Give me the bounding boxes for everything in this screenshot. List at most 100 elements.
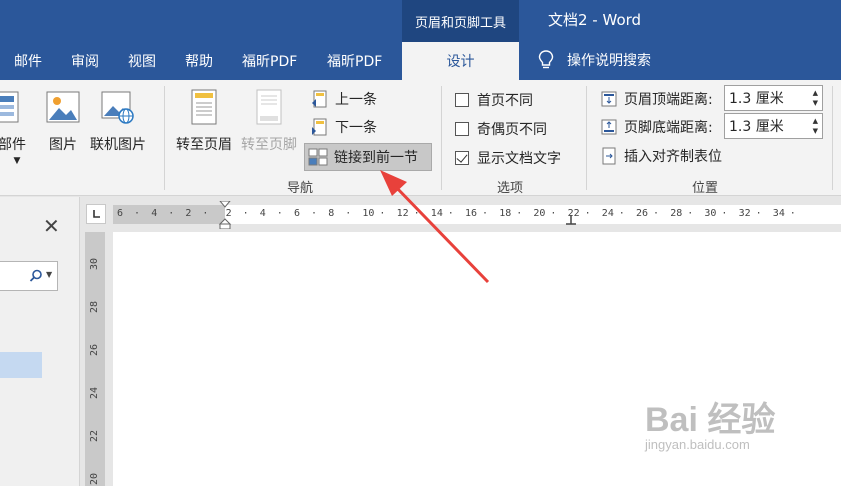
tab-review[interactable]: 审阅 [71,51,99,71]
ruler-tick-mark: · [379,208,386,219]
ruler-tick-label: 34 [772,208,785,219]
ruler-tick-label: 8 [328,208,335,219]
show-document-text-label: 显示文档文字 [477,151,561,167]
online-picture-icon [101,91,134,124]
context-tool-header: 页眉和页脚工具 [402,0,519,42]
ruler-tick-mark: · [789,208,796,219]
goto-footer-button[interactable]: 转至页脚 [241,88,297,154]
header-from-top-label: 页眉顶端距离: [624,92,713,108]
footer-from-bottom-label: 页脚底端距离: [624,120,713,136]
tab-foxit-pdf-2[interactable]: 福昕PDF [327,51,382,71]
previous-button[interactable]: 上一条 [311,87,377,111]
next-label: 下一条 [335,120,377,136]
title-bar: 页眉和页脚工具 文档2 - Word 邮件 审阅 视图 帮助 福昕PDF 福昕P… [0,0,841,80]
footer-position-icon [601,119,617,135]
next-button[interactable]: 下一条 [311,115,377,139]
checkbox-box [455,122,469,136]
tab-help[interactable]: 帮助 [185,51,213,71]
ruler-tick-label: 12 [396,208,409,219]
tab-design[interactable]: 设计 [402,42,519,80]
ruler-tick-mark: · [721,208,728,219]
document-title: 文档2 - Word [548,11,642,29]
chevron-down-icon: ▼ [13,156,21,166]
ruler-tick-label: 10 [362,208,375,219]
vertical-ruler[interactable]: 30 28 26 24 22 20 [85,232,105,486]
ruler-tick-label: 14 [430,208,443,219]
checkbox-box [455,93,469,107]
header-position-icon [601,91,617,107]
group-separator [586,86,587,190]
center-tab-stop-icon[interactable] [565,214,577,226]
close-icon[interactable]: ✕ [43,214,60,238]
picture-button[interactable]: 图片 [46,88,80,154]
ruler-tick-mark: · [413,208,420,219]
ruler-tick-label: 26 [636,208,649,219]
picture-label: 图片 [49,137,77,153]
tell-me-label: 操作说明搜索 [567,53,651,69]
ruler-tick-mark: · [447,208,454,219]
show-document-text-checkbox[interactable]: 显示文档文字 [455,148,561,168]
ruler-tick-label: 28 [670,208,683,219]
ruler-tick-mark: · [687,208,694,219]
ruler-tick-mark: · [755,208,762,219]
nav-search-input[interactable]: ▼ [0,261,58,291]
group-label-options: 选项 [497,181,524,196]
link-to-previous-label: 链接到前一节 [334,150,418,166]
ruler-tick-mark: · [276,208,283,219]
group-separator [164,86,165,190]
goto-header-icon [191,89,217,125]
different-first-page-label: 首页不同 [477,93,533,109]
tell-me-search[interactable]: 操作说明搜索 [538,50,651,70]
tab-selector[interactable] [86,204,106,224]
ruler-tick-mark: · [311,208,318,219]
footer-from-bottom-input[interactable]: 1.3 厘米 ▲ ▼ [724,113,823,139]
watermark-brand: Bai 经验 [645,401,776,439]
ruler-tick-label: 18 [499,208,512,219]
ruler-tick-mark: · [584,208,591,219]
spin-arrows-icon[interactable]: ▲ ▼ [813,116,818,136]
spin-arrows-icon[interactable]: ▲ ▼ [813,88,818,108]
nav-selected-item[interactable] [0,352,42,378]
ruler-tick-mark: · [653,208,660,219]
tab-view[interactable]: 视图 [128,51,156,71]
ruler-tick-mark: · [345,208,352,219]
goto-footer-icon [256,89,282,125]
insert-alignment-tab-button[interactable]: 插入对齐制表位 [600,144,722,168]
ruler-tick-label: 6 [294,208,301,219]
ruler-tick-label: 26 [89,343,100,356]
quick-parts-label: 部件 [0,137,26,153]
ruler-tick-label: 2 [185,208,192,219]
ruler-tick-label: 24 [89,386,100,399]
ruler-tick-label: 16 [465,208,478,219]
ruler-tick-label: 20 [89,472,100,485]
lightbulb-icon [538,50,554,69]
link-to-previous-button[interactable]: 链接到前一节 [304,143,432,171]
tab-foxit-pdf-1[interactable]: 福昕PDF [242,51,297,71]
group-separator [832,86,833,190]
ruler-tick-mark: · [618,208,625,219]
quick-parts-button[interactable]: 部件 ▼ [0,88,26,166]
chevron-down-icon[interactable]: ▼ [46,270,52,279]
link-to-previous-icon [308,148,328,166]
search-icon[interactable] [29,269,43,283]
footer-from-bottom-value: 1.3 厘米 [729,119,784,135]
header-from-top-input[interactable]: 1.3 厘米 ▲ ▼ [724,85,823,111]
indent-marker-icon[interactable] [218,201,232,229]
ruler-tick-label: 4 [259,208,266,219]
different-first-page-checkbox[interactable]: 首页不同 [455,90,533,110]
online-picture-button[interactable]: 联机图片 [90,88,146,154]
ruler-tick-mark: · [202,208,209,219]
watermark-logo: Bai 经验 jingyan.baidu.com [645,392,775,452]
ruler-tick-label: 24 [601,208,614,219]
online-picture-label: 联机图片 [90,137,146,153]
ruler-tick-label: 28 [89,300,100,313]
navigation-pane: ✕ ▼ [0,197,80,486]
insert-alignment-tab-label: 插入对齐制表位 [624,149,722,165]
goto-header-button[interactable]: 转至页眉 [176,88,232,154]
tab-mailings[interactable]: 邮件 [14,51,42,71]
horizontal-ruler[interactable]: 6 · 4 · 2 · 2 · 4 · 6 · 8 · 10 · 12 · 14 · 16 · 18 · 20 · 22 · 24 · 26… [113,201,841,229]
different-odd-even-checkbox[interactable]: 奇偶页不同 [455,119,547,139]
goto-header-label: 转至页眉 [176,137,232,153]
ruler-tick-mark: · [168,208,175,219]
ruler-tick-label: 6 [117,208,124,219]
